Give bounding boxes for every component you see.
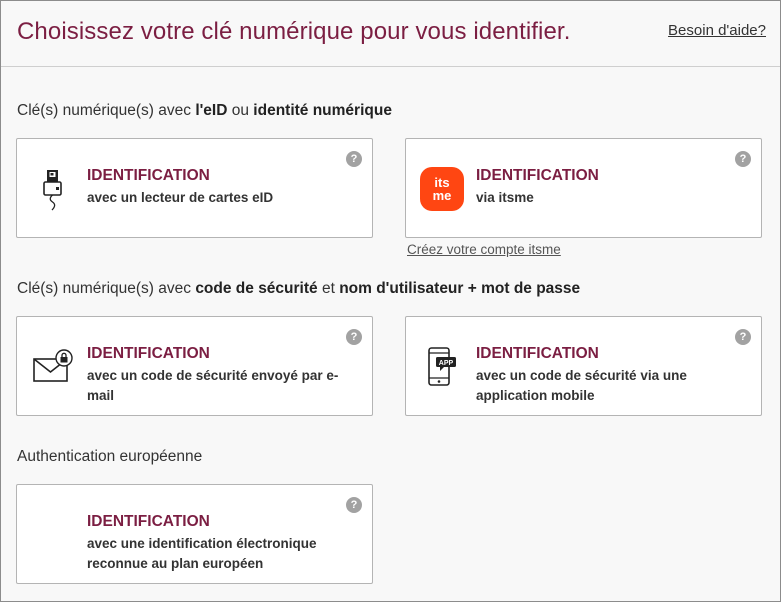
create-itsme-account-link[interactable]: Créez votre compte itsme (407, 242, 561, 257)
card-description: via itsme (476, 190, 534, 205)
card-description: avec une identification électronique rec… (87, 536, 317, 571)
app-badge-text: APP (439, 360, 454, 367)
section-heading-eid: Clé(s) numérique(s) avec l'eID ou identi… (17, 102, 392, 120)
itsme-login-card[interactable]: its me IDENTIFICATION via itsme ? (405, 138, 762, 238)
email-code-login-card[interactable]: IDENTIFICATION avec un code de sécurité … (16, 316, 373, 416)
section-text: Authentication européenne (17, 448, 203, 465)
help-icon[interactable]: ? (735, 151, 751, 167)
card-description: avec un code de sécurité envoyé par e-ma… (87, 368, 339, 403)
itsme-logo-text: me (432, 188, 452, 203)
section-text: Clé(s) numérique(s) avec (17, 280, 196, 297)
page-frame: Choisissez votre clé numérique pour vous… (0, 0, 781, 602)
section-text-bold: identité numérique (253, 102, 392, 119)
help-icon[interactable]: ? (346, 329, 362, 345)
card-reader-icon (31, 167, 75, 211)
itsme-logo: its me (420, 167, 464, 211)
card-description: avec un lecteur de cartes eID (87, 190, 274, 205)
card-description: avec un code de sécurité via une applica… (476, 368, 687, 403)
card-title: IDENTIFICATION (87, 345, 210, 362)
section-heading-security-code: Clé(s) numérique(s) avec code de sécurit… (17, 280, 580, 298)
section-text-bold: code de sécurité (195, 280, 318, 297)
card-title: IDENTIFICATION (87, 167, 210, 184)
mobile-app-login-card[interactable]: APP IDENTIFICATION avec un code de sécur… (405, 316, 762, 416)
email-lock-icon (31, 345, 75, 389)
card-title: IDENTIFICATION (476, 345, 599, 362)
help-icon[interactable]: ? (735, 329, 751, 345)
page-title: Choisissez votre clé numérique pour vous… (17, 18, 571, 45)
help-icon[interactable]: ? (346, 151, 362, 167)
section-heading-european: Authentication européenne (17, 448, 202, 466)
eid-login-card[interactable]: IDENTIFICATION avec un lecteur de cartes… (16, 138, 373, 238)
card-title: IDENTIFICATION (476, 167, 599, 184)
section-text: ou (227, 102, 254, 119)
help-link[interactable]: Besoin d'aide? (668, 22, 766, 39)
help-icon[interactable]: ? (346, 497, 362, 513)
card-title: IDENTIFICATION (87, 513, 210, 530)
section-text: et (317, 280, 340, 297)
section-text-bold: nom d'utilisateur + mot de passe (339, 280, 581, 297)
section-text: Clé(s) numérique(s) avec (17, 102, 196, 119)
european-eid-login-card[interactable]: IDENTIFICATION avec une identification é… (16, 484, 373, 584)
mobile-app-icon: APP (420, 345, 464, 389)
itsme-logo-badge: its me (420, 167, 464, 211)
section-text-bold: l'eID (195, 102, 228, 119)
header-divider (1, 66, 780, 67)
